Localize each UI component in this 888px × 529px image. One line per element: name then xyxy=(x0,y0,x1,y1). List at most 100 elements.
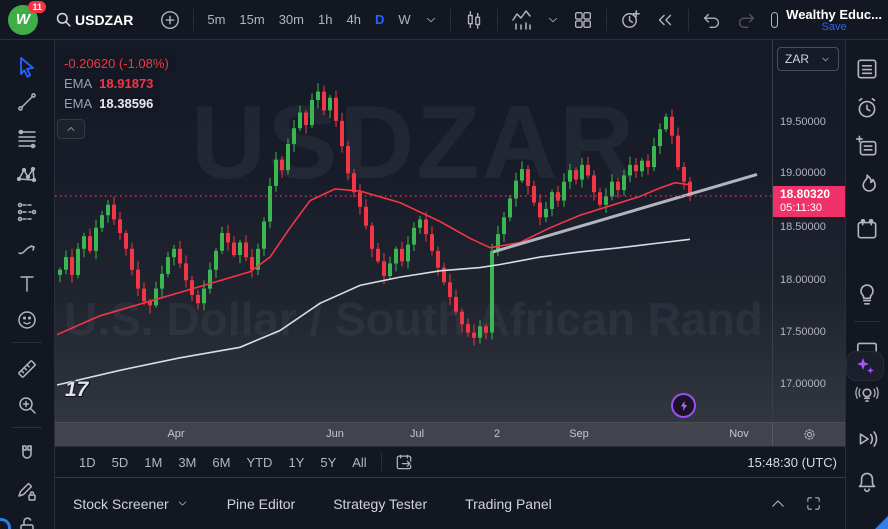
time-tick: Sep xyxy=(569,428,589,440)
alarm-clock-icon xyxy=(854,95,880,121)
drawing-mode-lock-button[interactable] xyxy=(8,477,46,507)
compare-add-symbol-button[interactable] xyxy=(153,4,187,36)
projection-tool-button[interactable] xyxy=(8,197,46,227)
grid-layout-icon xyxy=(572,9,594,31)
axis-settings-button[interactable] xyxy=(772,423,845,446)
save-status-box[interactable] xyxy=(771,12,779,28)
timeframe-4h[interactable]: 4h xyxy=(339,4,367,36)
create-alert-button[interactable] xyxy=(613,4,648,36)
bar-replay-button[interactable] xyxy=(648,4,682,36)
timeframe-1d[interactable]: D xyxy=(368,4,391,36)
chart-style-button[interactable] xyxy=(457,4,491,36)
corner-widget[interactable] xyxy=(875,516,888,529)
indicators-button[interactable] xyxy=(504,4,540,36)
range-1y[interactable]: 1Y xyxy=(280,455,312,470)
watchlist-button[interactable] xyxy=(852,55,882,83)
account-menu[interactable]: Wealthy Educ... Save xyxy=(786,7,888,33)
go-to-date-button[interactable] xyxy=(388,446,420,478)
magnet-mode-button[interactable] xyxy=(8,439,46,469)
time-axis[interactable]: Apr Jun Jul 2 Sep Nov xyxy=(55,422,845,446)
brush-icon xyxy=(15,236,39,260)
tab-trading-panel[interactable]: Trading Panel xyxy=(465,496,552,512)
text-tool-button[interactable] xyxy=(8,269,46,299)
indicators-menu-button[interactable] xyxy=(540,4,566,36)
candles-icon xyxy=(463,9,485,31)
calendar-button[interactable] xyxy=(852,215,882,243)
ema-slow-legend[interactable]: EMA18.38596 xyxy=(57,94,160,113)
timeframe-5m[interactable]: 5m xyxy=(200,4,232,36)
fib-retracement-tool-button[interactable] xyxy=(8,124,46,154)
pencil-lock-icon xyxy=(15,480,39,504)
lightbulb-icon xyxy=(854,281,880,307)
redo-button[interactable] xyxy=(729,4,763,36)
redo-arrow-icon xyxy=(735,9,757,31)
pattern-tool-button[interactable] xyxy=(8,160,46,190)
chevron-down-icon xyxy=(820,54,831,65)
ideas-button[interactable] xyxy=(852,280,882,308)
fib-retracement-icon xyxy=(15,127,39,151)
live-streams-button[interactable] xyxy=(852,425,882,453)
ai-assistant-button[interactable] xyxy=(847,352,883,380)
streams-button[interactable] xyxy=(852,380,882,408)
text-icon xyxy=(15,272,39,296)
top-toolbar: W 11 USDZAR 5m 15m 30m 1h 4h D W xyxy=(0,0,888,40)
range-5d[interactable]: 5D xyxy=(104,455,137,470)
search-icon xyxy=(54,10,73,29)
ema-fast-legend[interactable]: EMA18.91873 xyxy=(57,74,160,93)
range-5y[interactable]: 5Y xyxy=(312,455,344,470)
range-1d[interactable]: 1D xyxy=(71,455,104,470)
price-tick: 17.50000 xyxy=(780,326,826,338)
range-3m[interactable]: 3M xyxy=(170,455,204,470)
time-tick: Nov xyxy=(729,428,749,440)
chart-legend: -0.20620 (-1.08%) EMA18.91873 EMA18.3859… xyxy=(57,54,176,139)
tab-strategy-tester[interactable]: Strategy Tester xyxy=(333,496,427,512)
bottom-tabs: Stock Screener Pine Editor Strategy Test… xyxy=(55,477,845,529)
tradingview-logo[interactable]: 17 xyxy=(65,378,88,402)
legend-collapse-button[interactable] xyxy=(57,119,85,139)
divider xyxy=(12,427,42,428)
trend-line-tool-button[interactable] xyxy=(8,87,46,117)
app-logo[interactable]: W 11 xyxy=(8,5,38,35)
timeframe-menu-button[interactable] xyxy=(418,4,444,36)
lock-all-drawings-button[interactable] xyxy=(8,511,46,529)
projection-icon xyxy=(15,200,39,224)
notifications-button[interactable] xyxy=(852,467,882,495)
timeframe-30m[interactable]: 30m xyxy=(272,4,311,36)
price-axis[interactable]: ZAR 19.50000 19.00000 18.50000 18.00000 … xyxy=(772,40,845,422)
range-1m[interactable]: 1M xyxy=(136,455,170,470)
layout-grid-button[interactable] xyxy=(566,4,600,36)
range-ytd[interactable]: YTD xyxy=(238,455,280,470)
server-clock[interactable]: 15:48:30 (UTC) xyxy=(747,455,845,470)
symbol-search-button[interactable]: USDZAR xyxy=(48,4,139,36)
tab-stock-screener[interactable]: Stock Screener xyxy=(73,496,189,512)
range-all[interactable]: All xyxy=(344,455,374,470)
chart-panel: USDZAR U.S. Dollar / South African Rand … xyxy=(55,40,845,529)
cursor-tool-button[interactable] xyxy=(8,52,46,82)
trade-journal-button[interactable] xyxy=(852,132,882,160)
timeframe-1w[interactable]: W xyxy=(391,4,417,36)
timeframe-15m[interactable]: 15m xyxy=(232,4,271,36)
last-price: 18.80320 xyxy=(780,188,830,202)
tradingview-app: W 11 USDZAR 5m 15m 30m 1h 4h D W xyxy=(0,0,888,529)
undo-button[interactable] xyxy=(695,4,729,36)
chart-canvas[interactable]: USDZAR U.S. Dollar / South African Rand … xyxy=(55,40,772,422)
zoom-in-tool-button[interactable] xyxy=(8,390,46,420)
range-toolbar: 1D 5D 1M 3M 6M YTD 1Y 5Y All 15:48:30 (U… xyxy=(55,446,845,477)
alert-clock-plus-icon xyxy=(619,8,642,31)
tab-pine-editor[interactable]: Pine Editor xyxy=(227,496,295,512)
price-tick: 18.50000 xyxy=(780,221,826,233)
timeframe-1h[interactable]: 1h xyxy=(311,4,339,36)
emoji-tool-button[interactable] xyxy=(8,305,46,335)
price-tick: 19.50000 xyxy=(780,116,826,128)
save-link[interactable]: Save xyxy=(822,21,847,33)
panel-collapse-button[interactable] xyxy=(760,488,796,520)
currency-selector[interactable]: ZAR xyxy=(777,47,839,71)
account-name: Wealthy Educ... xyxy=(786,7,882,22)
boost-button[interactable] xyxy=(671,393,696,418)
alerts-button[interactable] xyxy=(852,94,882,122)
measure-tool-button[interactable] xyxy=(8,354,46,384)
range-6m[interactable]: 6M xyxy=(204,455,238,470)
panel-maximize-button[interactable] xyxy=(796,488,831,520)
brush-tool-button[interactable] xyxy=(8,233,46,263)
hotlists-button[interactable] xyxy=(852,171,882,199)
